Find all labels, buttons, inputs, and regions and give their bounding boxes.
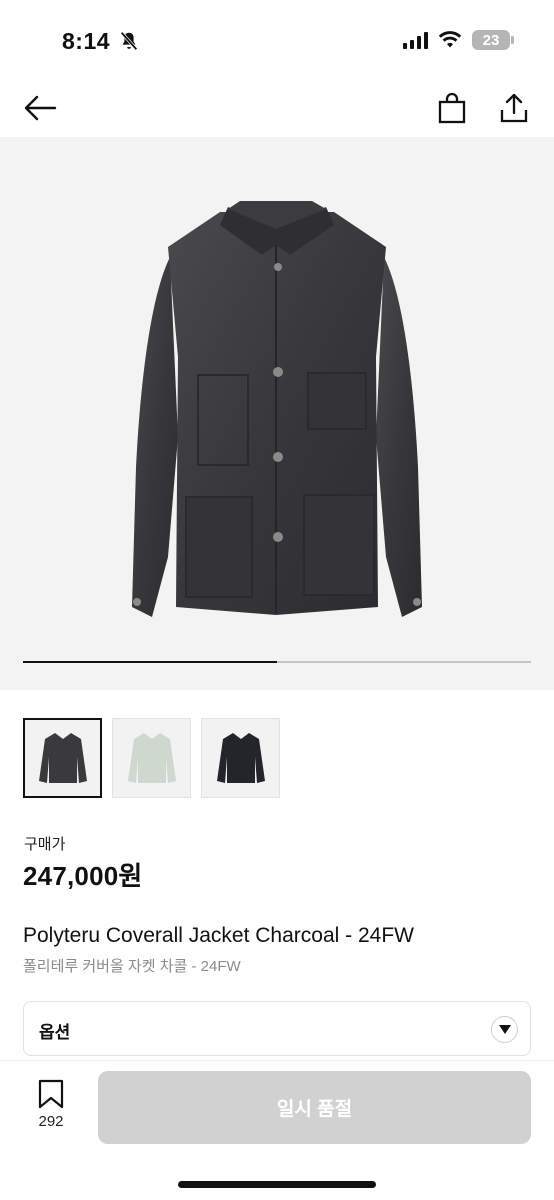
option-select[interactable]: 옵션	[23, 1001, 531, 1056]
thumbnail-image	[127, 733, 176, 783]
thumbnail-strip	[23, 718, 280, 798]
gallery-progress-bar	[23, 661, 531, 663]
share-button[interactable]	[494, 88, 534, 128]
price: 247,000원	[23, 861, 143, 891]
bottom-action-bar: 292 일시 품절	[0, 1060, 554, 1200]
status-bar: 8:14 23	[0, 0, 554, 80]
shopping-bag-icon	[438, 92, 466, 124]
gallery-progress-fill	[23, 661, 277, 663]
product-image-carousel[interactable]	[0, 137, 554, 690]
product-title-ko: 폴리테루 커버올 자켓 차콜 - 24FW	[23, 958, 241, 975]
thumbnail-1[interactable]	[23, 718, 102, 798]
cellular-signal-icon	[403, 31, 428, 49]
arrow-left-icon	[24, 95, 57, 121]
product-image	[132, 201, 422, 617]
bell-slash-icon	[120, 31, 138, 51]
option-label: 옵션	[39, 1023, 71, 1042]
cart-button[interactable]	[432, 88, 472, 128]
share-icon	[500, 93, 528, 123]
status-time: 8:14	[62, 28, 111, 54]
battery-level: 23	[482, 31, 500, 49]
thumbnail-image	[216, 733, 265, 783]
home-indicator	[178, 1181, 376, 1188]
product-title-en: Polyteru Coverall Jacket Charcoal - 24FW	[23, 924, 414, 947]
price-label: 구매가	[24, 836, 66, 853]
thumbnail-image	[38, 733, 87, 783]
bookmark-button[interactable]: 292	[30, 1079, 72, 1135]
thumbnail-3[interactable]	[201, 718, 280, 798]
top-nav	[0, 80, 554, 136]
battery-icon: 23	[472, 30, 514, 50]
wifi-icon	[438, 31, 462, 48]
bookmark-icon	[38, 1079, 64, 1109]
back-button[interactable]	[20, 88, 60, 128]
bookmark-count: 292	[38, 1113, 64, 1130]
thumbnail-2[interactable]	[112, 718, 191, 798]
soldout-button[interactable]: 일시 품절	[98, 1071, 531, 1144]
triangle-down-icon	[491, 1016, 518, 1043]
